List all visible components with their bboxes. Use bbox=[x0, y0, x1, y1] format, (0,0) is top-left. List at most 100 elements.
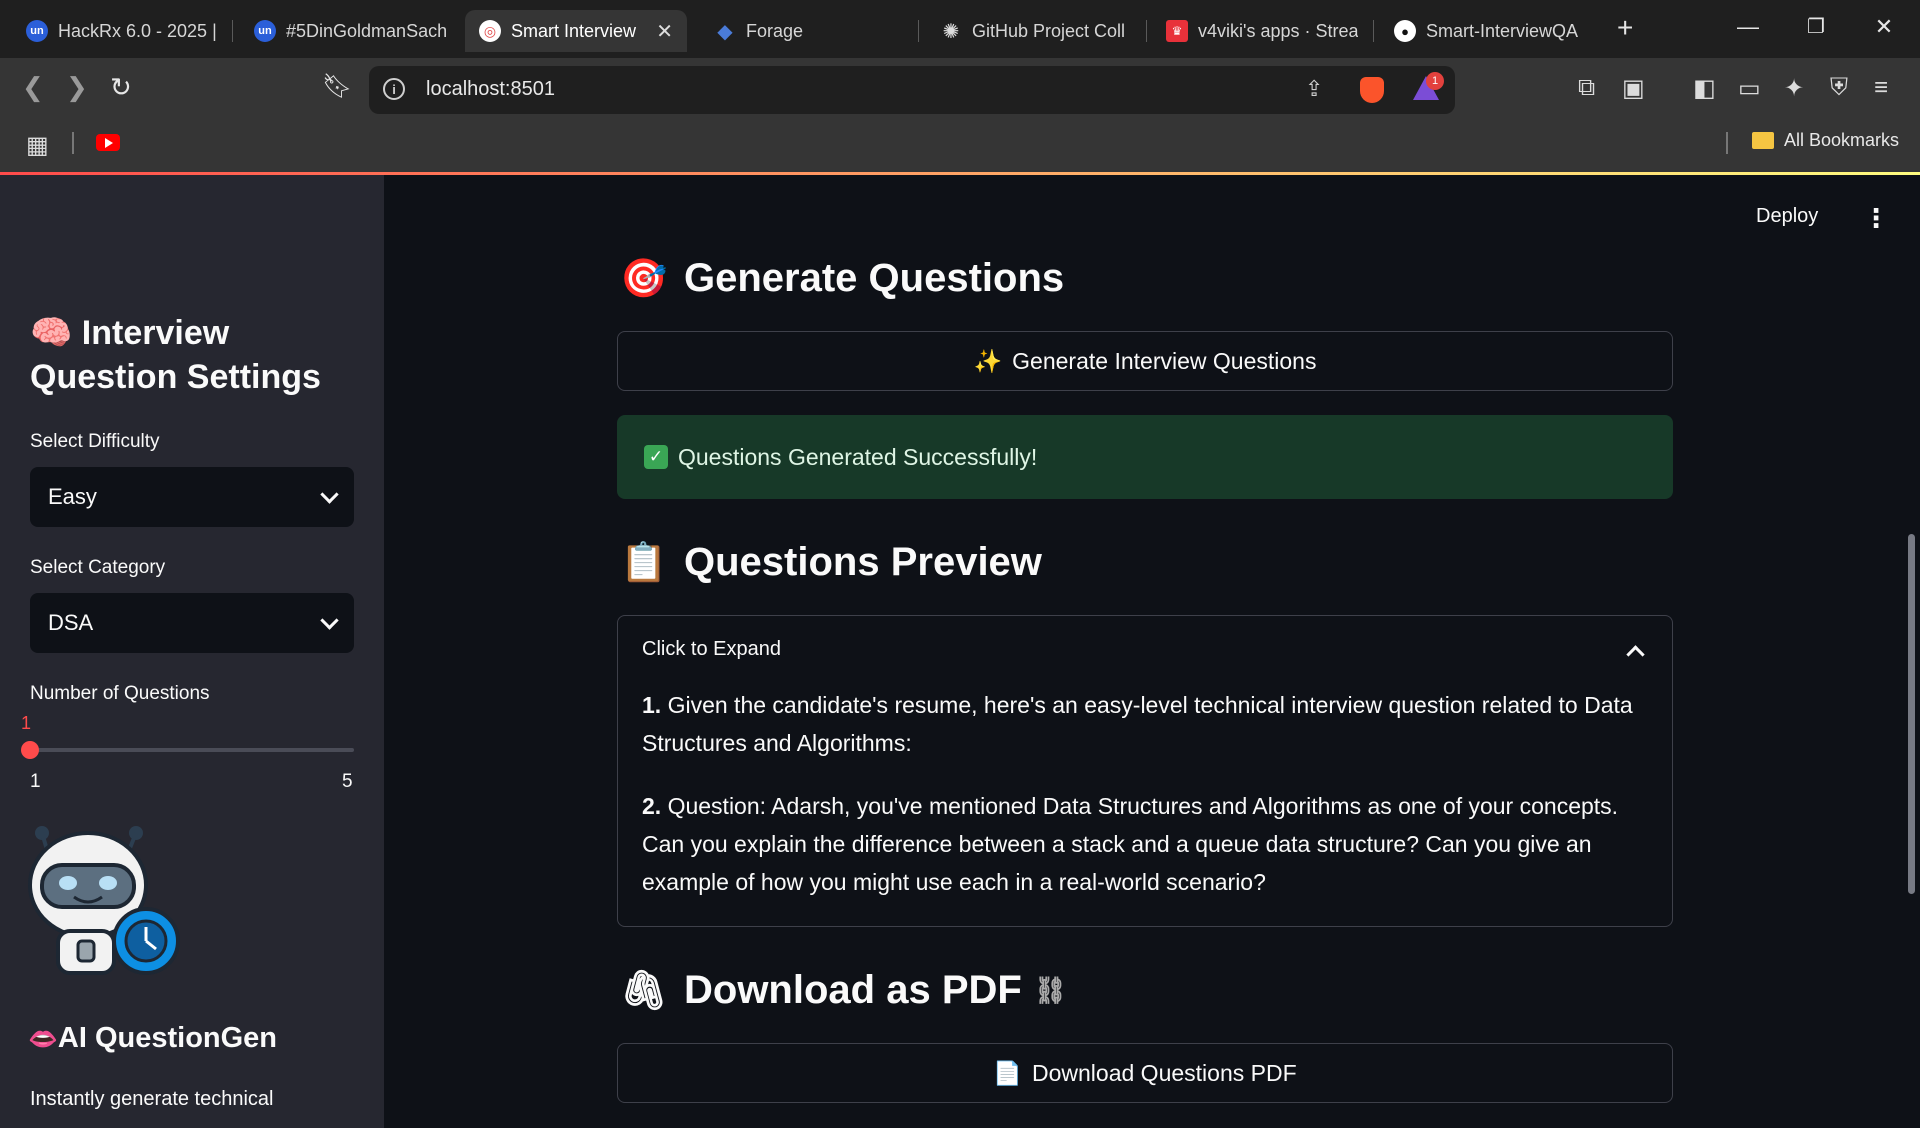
tab-label: v4viki's apps · Strea bbox=[1198, 20, 1358, 41]
brave-shields-icon[interactable] bbox=[1360, 77, 1384, 103]
apps-grid-icon[interactable]: ▦ bbox=[26, 131, 49, 160]
tab-goldman[interactable]: un #5DinGoldmanSach bbox=[240, 10, 460, 52]
questions-list: 1. Given the candidate's resume, here's … bbox=[642, 686, 1642, 926]
sidebar-brand: 👄AI QuestionGen bbox=[28, 1022, 277, 1055]
tab-label: HackRx 6.0 - 2025 | bbox=[58, 20, 217, 41]
robot-mascot-image bbox=[28, 826, 180, 975]
tab-separator bbox=[232, 20, 233, 42]
target-icon: ◎ bbox=[479, 20, 501, 42]
tab-label: GitHub Project Coll bbox=[972, 20, 1126, 41]
tab-separator bbox=[1373, 20, 1374, 42]
youtube-icon[interactable] bbox=[96, 134, 120, 151]
more-options-icon[interactable]: ⋮ bbox=[1863, 203, 1889, 234]
window-close-button[interactable]: ✕ bbox=[1864, 14, 1904, 40]
clipboard-icon: 📋 bbox=[620, 541, 668, 584]
generate-button-label: Generate Interview Questions bbox=[1012, 347, 1317, 374]
reload-button[interactable]: ↻ bbox=[110, 72, 132, 103]
tab-streamlit-apps[interactable]: ♛ v4viki's apps · Strea bbox=[1152, 10, 1372, 52]
preview-heading-text: Questions Preview bbox=[684, 540, 1042, 584]
main-scrollbar[interactable] bbox=[1908, 534, 1915, 894]
info-icon[interactable]: i bbox=[383, 78, 405, 100]
sidebar-brand-text: AI QuestionGen bbox=[57, 1022, 278, 1054]
restore-button[interactable]: ❐ bbox=[1796, 14, 1836, 39]
forward-button[interactable]: ❯ bbox=[66, 72, 88, 103]
brain-icon: 🧠 bbox=[30, 314, 73, 352]
tab-hackrx[interactable]: un HackRx 6.0 - 2025 | bbox=[12, 10, 232, 52]
app-sidebar: 🧠 Interview Question Settings Select Dif… bbox=[0, 175, 384, 1128]
tab-forage[interactable]: ◆ Forage bbox=[700, 10, 920, 52]
tab-label: Smart Interview bbox=[511, 20, 637, 41]
generate-questions-heading: 🎯 Generate Questions bbox=[620, 256, 1064, 301]
github-icon: ● bbox=[1394, 20, 1416, 42]
questions-expander: Click to Expand 1. Given the candidate's… bbox=[617, 615, 1673, 927]
minimize-button[interactable]: — bbox=[1728, 14, 1768, 40]
questions-preview-heading: 📋 Questions Preview bbox=[620, 540, 1042, 585]
generate-heading-text: Generate Questions bbox=[684, 256, 1065, 300]
streamlit-icon: ♛ bbox=[1166, 20, 1188, 42]
download-pdf-button[interactable]: 📄 Download Questions PDF bbox=[617, 1043, 1673, 1103]
close-icon[interactable]: ✕ bbox=[656, 19, 673, 44]
bookmark-separator bbox=[1726, 132, 1728, 154]
num-questions-slider-track[interactable] bbox=[30, 748, 354, 752]
check-icon: ✓ bbox=[644, 445, 668, 469]
success-message: Questions Generated Successfully! bbox=[678, 443, 1038, 470]
vpn-icon[interactable]: ⛨ bbox=[1830, 74, 1848, 102]
leo-ai-icon[interactable]: ✦ bbox=[1784, 74, 1804, 103]
bookmark-separator bbox=[72, 132, 74, 154]
address-bar[interactable]: i localhost:8501 ⇪ bbox=[369, 66, 1455, 114]
page-icon: 📄 bbox=[993, 1059, 1022, 1086]
generate-questions-button[interactable]: ✨ Generate Interview Questions bbox=[617, 331, 1673, 391]
all-bookmarks-label: All Bookmarks bbox=[1784, 130, 1900, 150]
slider-current-value: 1 bbox=[21, 713, 32, 733]
tab-label: Forage bbox=[746, 20, 804, 41]
extensions-icon[interactable]: ⧉ bbox=[1578, 74, 1595, 102]
question-number: 2. bbox=[642, 793, 662, 819]
unstop-icon: un bbox=[254, 20, 276, 42]
new-tab-button[interactable]: + bbox=[1617, 12, 1633, 44]
question-number: 1. bbox=[642, 692, 662, 718]
chevron-down-icon bbox=[320, 484, 339, 504]
wallet-icon[interactable]: ▭ bbox=[1738, 74, 1761, 103]
category-select[interactable]: DSA bbox=[30, 593, 354, 653]
forage-icon: ◆ bbox=[717, 20, 733, 43]
chevron-up-icon[interactable] bbox=[1626, 645, 1645, 664]
expander-header[interactable]: Click to Expand bbox=[642, 638, 781, 661]
question-text: Question: Adarsh, you've mentioned Data … bbox=[642, 793, 1619, 895]
sidebar-title-text: Interview Question Settings bbox=[30, 314, 321, 396]
rewards-badge: 1 bbox=[1426, 72, 1444, 90]
link-icon[interactable]: ⛓ bbox=[1034, 975, 1067, 1006]
success-alert: ✓ Questions Generated Successfully! bbox=[617, 415, 1673, 499]
question-text: Given the candidate's resume, here's an … bbox=[642, 692, 1633, 756]
difficulty-select[interactable]: Easy bbox=[30, 467, 354, 527]
openai-icon: ✺ bbox=[942, 20, 960, 43]
menu-icon[interactable]: ≡ bbox=[1874, 74, 1888, 102]
back-button[interactable]: ❮ bbox=[22, 72, 44, 103]
num-questions-slider-thumb[interactable] bbox=[21, 741, 39, 759]
folder-icon bbox=[1752, 132, 1774, 149]
paperclip-icon: 🖇 bbox=[620, 969, 669, 1012]
share-icon[interactable]: ⇪ bbox=[1305, 76, 1323, 102]
download-pdf-heading: 🖇 Download as PDF ⛓ bbox=[620, 968, 1067, 1013]
all-bookmarks-button[interactable]: All Bookmarks bbox=[1752, 130, 1899, 151]
question-item: 2. Question: Adarsh, you've mentioned Da… bbox=[642, 787, 1642, 901]
download-button-label: Download Questions PDF bbox=[1032, 1059, 1297, 1086]
browser-tab-bar: un HackRx 6.0 - 2025 | un #5DinGoldmanSa… bbox=[0, 0, 1920, 58]
sidebar-toggle-icon[interactable]: ◧ bbox=[1693, 74, 1716, 103]
tab-github-repo[interactable]: ● Smart-InterviewQA bbox=[1380, 10, 1600, 52]
tab-smart-interview[interactable]: ◎ Smart Interview ✕ bbox=[465, 10, 687, 52]
url-text[interactable]: localhost:8501 bbox=[426, 78, 555, 101]
category-label: Select Category bbox=[30, 557, 166, 578]
tab-separator bbox=[918, 20, 919, 42]
sidebar-title: 🧠 Interview Question Settings bbox=[30, 311, 360, 399]
lips-icon: 👄 bbox=[28, 1026, 58, 1053]
download-heading-text: Download as PDF bbox=[684, 968, 1022, 1012]
screenshot-icon[interactable]: ▣ bbox=[1622, 74, 1645, 103]
question-item: 1. Given the candidate's resume, here's … bbox=[642, 686, 1642, 762]
bookmark-icon[interactable]: 🔖︎ bbox=[322, 72, 352, 101]
slider-max-label: 5 bbox=[342, 771, 353, 792]
num-questions-label: Number of Questions bbox=[30, 683, 210, 704]
tab-label: Smart-InterviewQA bbox=[1426, 20, 1579, 41]
deploy-button[interactable]: Deploy bbox=[1756, 205, 1818, 228]
tab-github-project[interactable]: ✺ GitHub Project Coll bbox=[926, 10, 1146, 52]
difficulty-label: Select Difficulty bbox=[30, 431, 160, 452]
